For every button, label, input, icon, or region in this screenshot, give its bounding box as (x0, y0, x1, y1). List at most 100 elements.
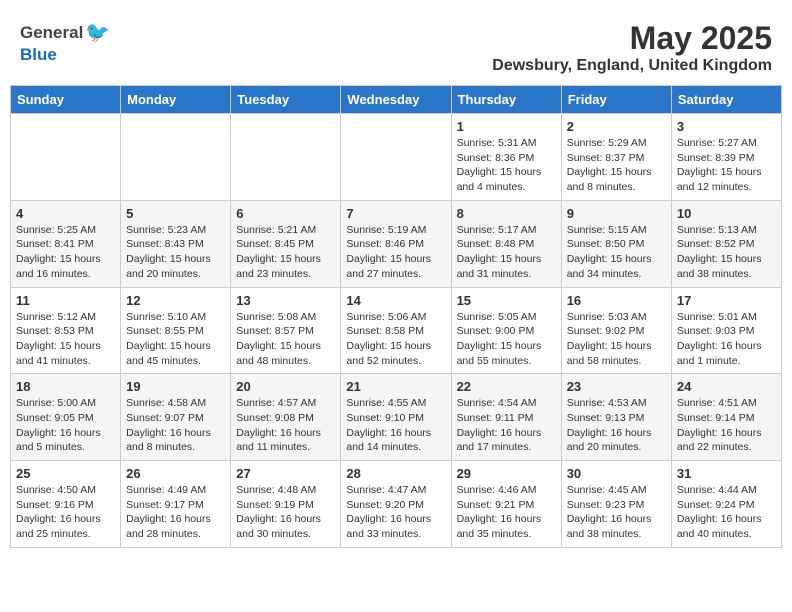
day-number: 13 (236, 293, 335, 308)
day-number: 19 (126, 379, 225, 394)
calendar-cell: 22 Sunrise: 4:54 AM Sunset: 9:11 PM Dayli… (451, 374, 561, 461)
day-info: Sunrise: 5:19 AM Sunset: 8:46 PM Dayligh… (346, 223, 445, 282)
calendar-cell: 27 Sunrise: 4:48 AM Sunset: 9:19 PM Dayli… (231, 461, 341, 548)
calendar-cell: 20 Sunrise: 4:57 AM Sunset: 9:08 PM Dayli… (231, 374, 341, 461)
calendar-cell (11, 114, 121, 201)
day-info: Sunrise: 4:50 AM Sunset: 9:16 PM Dayligh… (16, 483, 115, 542)
day-number: 8 (457, 206, 556, 221)
day-info: Sunrise: 5:17 AM Sunset: 8:48 PM Dayligh… (457, 223, 556, 282)
day-info: Sunrise: 5:27 AM Sunset: 8:39 PM Dayligh… (677, 136, 776, 195)
day-number: 11 (16, 293, 115, 308)
logo-blue-text: Blue (20, 45, 57, 64)
day-info: Sunrise: 5:12 AM Sunset: 8:53 PM Dayligh… (16, 310, 115, 369)
day-info: Sunrise: 4:49 AM Sunset: 9:17 PM Dayligh… (126, 483, 225, 542)
day-number: 20 (236, 379, 335, 394)
calendar-cell: 28 Sunrise: 4:47 AM Sunset: 9:20 PM Dayli… (341, 461, 451, 548)
day-number: 9 (567, 206, 666, 221)
day-info: Sunrise: 4:45 AM Sunset: 9:23 PM Dayligh… (567, 483, 666, 542)
calendar-cell: 7 Sunrise: 5:19 AM Sunset: 8:46 PM Daylig… (341, 200, 451, 287)
weekday-header-friday: Friday (561, 86, 671, 114)
day-number: 24 (677, 379, 776, 394)
day-number: 16 (567, 293, 666, 308)
calendar-cell: 3 Sunrise: 5:27 AM Sunset: 8:39 PM Daylig… (671, 114, 781, 201)
day-number: 22 (457, 379, 556, 394)
calendar-cell (121, 114, 231, 201)
calendar-cell: 4 Sunrise: 5:25 AM Sunset: 8:41 PM Daylig… (11, 200, 121, 287)
day-info: Sunrise: 5:10 AM Sunset: 8:55 PM Dayligh… (126, 310, 225, 369)
day-info: Sunrise: 5:13 AM Sunset: 8:52 PM Dayligh… (677, 223, 776, 282)
day-number: 21 (346, 379, 445, 394)
calendar-cell: 24 Sunrise: 4:51 AM Sunset: 9:14 PM Dayli… (671, 374, 781, 461)
day-info: Sunrise: 5:21 AM Sunset: 8:45 PM Dayligh… (236, 223, 335, 282)
day-info: Sunrise: 5:29 AM Sunset: 8:37 PM Dayligh… (567, 136, 666, 195)
day-info: Sunrise: 5:08 AM Sunset: 8:57 PM Dayligh… (236, 310, 335, 369)
title-block: May 2025 Dewsbury, England, United Kingd… (492, 20, 772, 75)
calendar-cell (231, 114, 341, 201)
day-number: 6 (236, 206, 335, 221)
calendar-cell: 5 Sunrise: 5:23 AM Sunset: 8:43 PM Daylig… (121, 200, 231, 287)
weekday-header-sunday: Sunday (11, 86, 121, 114)
day-number: 31 (677, 466, 776, 481)
day-number: 2 (567, 119, 666, 134)
day-info: Sunrise: 5:23 AM Sunset: 8:43 PM Dayligh… (126, 223, 225, 282)
calendar-cell: 10 Sunrise: 5:13 AM Sunset: 8:52 PM Dayli… (671, 200, 781, 287)
calendar-cell: 6 Sunrise: 5:21 AM Sunset: 8:45 PM Daylig… (231, 200, 341, 287)
calendar-cell: 25 Sunrise: 4:50 AM Sunset: 9:16 PM Dayli… (11, 461, 121, 548)
calendar-cell: 19Sunrise: 4:58 AM Sunset: 9:07 PM Dayli… (121, 374, 231, 461)
day-number: 28 (346, 466, 445, 481)
weekday-header-row: SundayMondayTuesdayWednesdayThursdayFrid… (11, 86, 782, 114)
calendar-cell: 12Sunrise: 5:10 AM Sunset: 8:55 PM Dayli… (121, 287, 231, 374)
logo-bird-icon: 🐦 (85, 20, 110, 45)
day-info: Sunrise: 5:00 AM Sunset: 9:05 PM Dayligh… (16, 396, 115, 455)
weekday-header-thursday: Thursday (451, 86, 561, 114)
calendar-cell: 23 Sunrise: 4:53 AM Sunset: 9:13 PM Dayli… (561, 374, 671, 461)
day-info: Sunrise: 4:44 AM Sunset: 9:24 PM Dayligh… (677, 483, 776, 542)
day-info: Sunrise: 4:57 AM Sunset: 9:08 PM Dayligh… (236, 396, 335, 455)
day-number: 5 (126, 206, 225, 221)
day-info: Sunrise: 4:46 AM Sunset: 9:21 PM Dayligh… (457, 483, 556, 542)
location: Dewsbury, England, United Kingdom (492, 57, 772, 75)
day-info: Sunrise: 5:03 AM Sunset: 9:02 PM Dayligh… (567, 310, 666, 369)
day-info: Sunrise: 4:51 AM Sunset: 9:14 PM Dayligh… (677, 396, 776, 455)
day-number: 4 (16, 206, 115, 221)
calendar-cell: 15 Sunrise: 5:05 AM Sunset: 9:00 PM Dayli… (451, 287, 561, 374)
weekday-header-saturday: Saturday (671, 86, 781, 114)
week-row-3: 11 Sunrise: 5:12 AM Sunset: 8:53 PM Dayli… (11, 287, 782, 374)
calendar-cell: 31 Sunrise: 4:44 AM Sunset: 9:24 PM Dayli… (671, 461, 781, 548)
day-number: 15 (457, 293, 556, 308)
day-info: Sunrise: 5:15 AM Sunset: 8:50 PM Dayligh… (567, 223, 666, 282)
day-number: 25 (16, 466, 115, 481)
month-title: May 2025 (492, 20, 772, 57)
weekday-header-wednesday: Wednesday (341, 86, 451, 114)
day-info: Sunrise: 5:01 AM Sunset: 9:03 PM Dayligh… (677, 310, 776, 369)
week-row-2: 4 Sunrise: 5:25 AM Sunset: 8:41 PM Daylig… (11, 200, 782, 287)
day-info: Sunrise: 4:53 AM Sunset: 9:13 PM Dayligh… (567, 396, 666, 455)
day-info: Sunrise: 4:47 AM Sunset: 9:20 PM Dayligh… (346, 483, 445, 542)
calendar-cell: 14Sunrise: 5:06 AM Sunset: 8:58 PM Dayli… (341, 287, 451, 374)
weekday-header-tuesday: Tuesday (231, 86, 341, 114)
day-info: Sunrise: 5:25 AM Sunset: 8:41 PM Dayligh… (16, 223, 115, 282)
day-number: 29 (457, 466, 556, 481)
calendar-cell: 8 Sunrise: 5:17 AM Sunset: 8:48 PM Daylig… (451, 200, 561, 287)
day-number: 7 (346, 206, 445, 221)
calendar-cell: 9 Sunrise: 5:15 AM Sunset: 8:50 PM Daylig… (561, 200, 671, 287)
day-number: 27 (236, 466, 335, 481)
day-number: 10 (677, 206, 776, 221)
calendar-cell (341, 114, 451, 201)
day-number: 30 (567, 466, 666, 481)
day-info: Sunrise: 4:48 AM Sunset: 9:19 PM Dayligh… (236, 483, 335, 542)
day-number: 18 (16, 379, 115, 394)
day-info: Sunrise: 4:54 AM Sunset: 9:11 PM Dayligh… (457, 396, 556, 455)
calendar-cell: 30 Sunrise: 4:45 AM Sunset: 9:23 PM Dayli… (561, 461, 671, 548)
day-info: Sunrise: 5:06 AM Sunset: 8:58 PM Dayligh… (346, 310, 445, 369)
weekday-header-monday: Monday (121, 86, 231, 114)
calendar-cell: 18 Sunrise: 5:00 AM Sunset: 9:05 PM Dayli… (11, 374, 121, 461)
calendar-cell: 16 Sunrise: 5:03 AM Sunset: 9:02 PM Dayli… (561, 287, 671, 374)
calendar-cell: 13 Sunrise: 5:08 AM Sunset: 8:57 PM Dayli… (231, 287, 341, 374)
day-number: 23 (567, 379, 666, 394)
logo-general-text: General (20, 23, 83, 43)
day-number: 3 (677, 119, 776, 134)
calendar-cell: 17Sunrise: 5:01 AM Sunset: 9:03 PM Dayli… (671, 287, 781, 374)
calendar-cell: 11 Sunrise: 5:12 AM Sunset: 8:53 PM Dayli… (11, 287, 121, 374)
day-info: Sunrise: 5:05 AM Sunset: 9:00 PM Dayligh… (457, 310, 556, 369)
